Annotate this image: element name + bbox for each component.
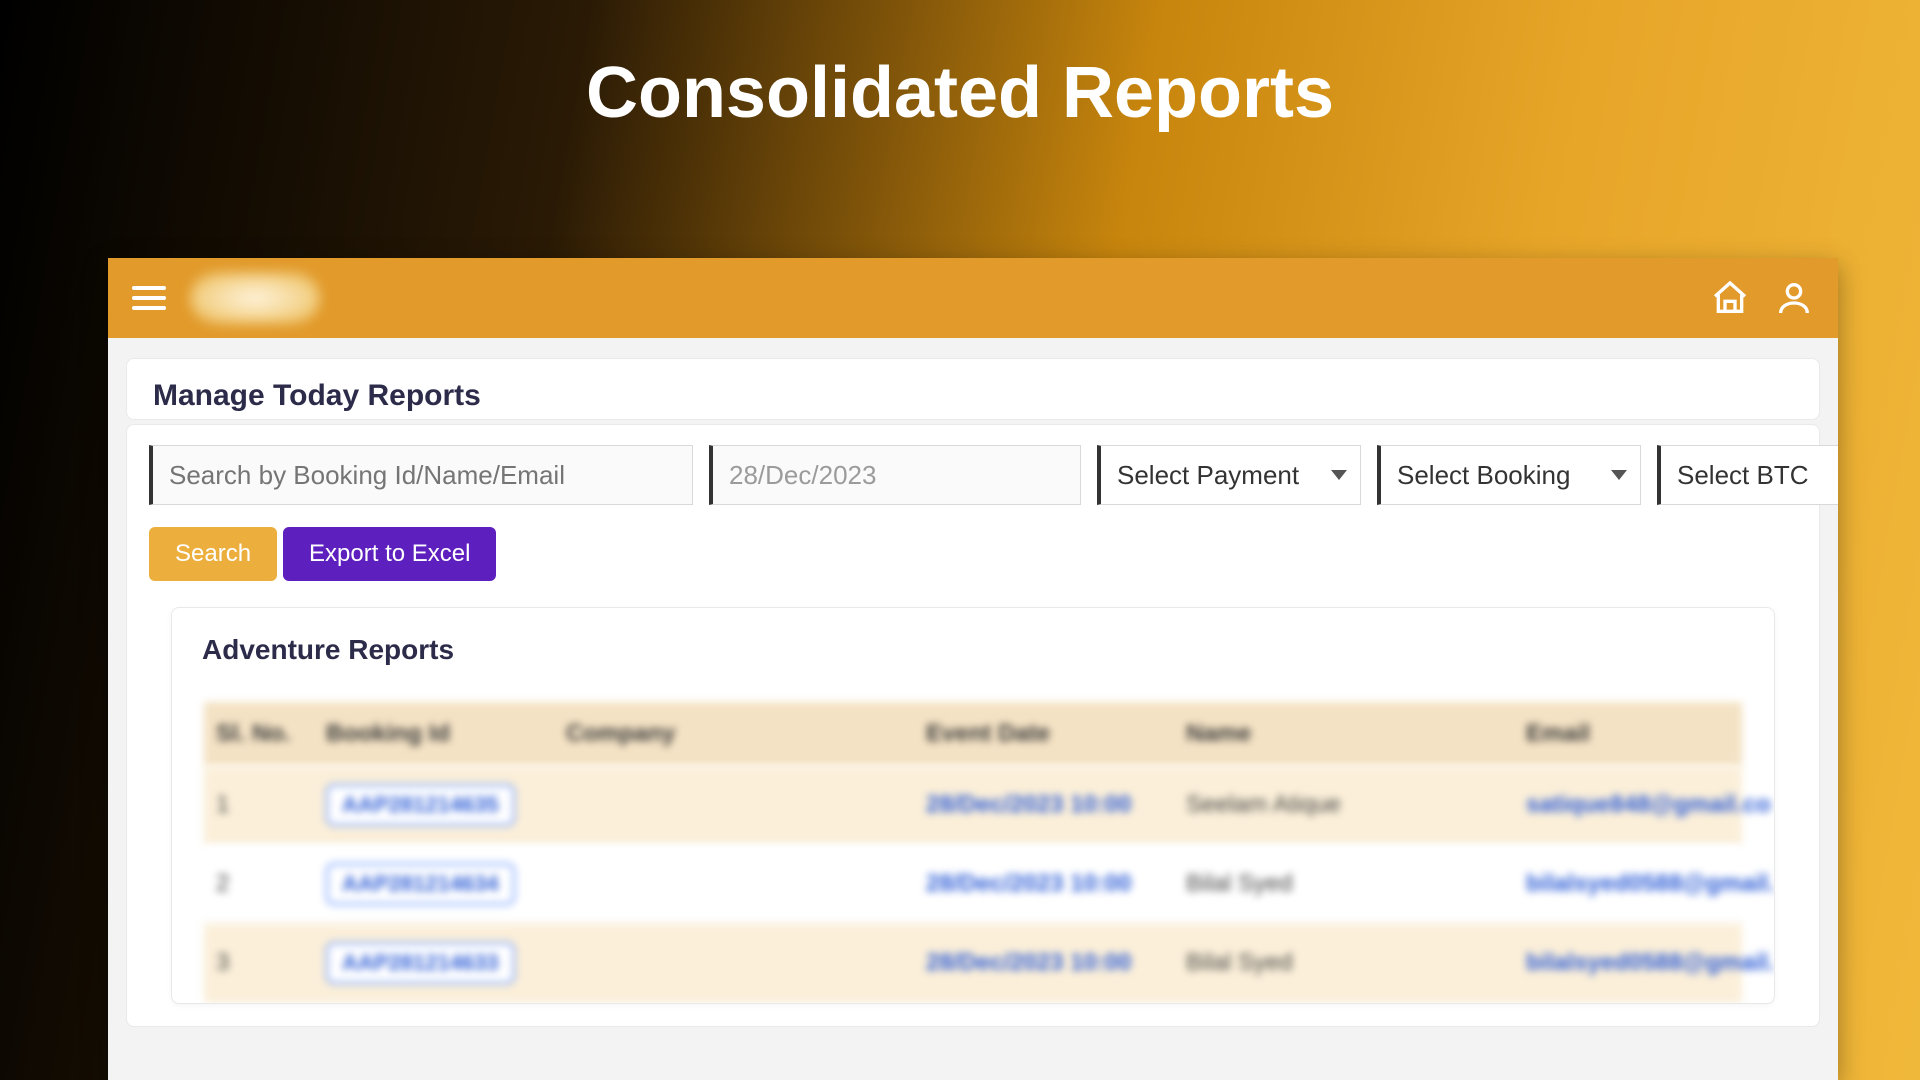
cell-email[interactable]: bilalsyed0588@gmail. — [1526, 870, 1775, 898]
cell-eventdate[interactable]: 28/Dec/2023 10:00 — [926, 870, 1186, 898]
col-name: Name — [1186, 720, 1526, 748]
cell-slno: 3 — [216, 949, 326, 977]
cell-slno: 1 — [216, 791, 326, 819]
table-header-row: Sl. No. Booking Id Company Event Date Na… — [204, 702, 1742, 766]
col-slno: Sl. No. — [216, 720, 326, 748]
cell-email[interactable]: bilalsyed0588@gmail. — [1526, 949, 1775, 977]
table-row: 3 AAP281214633 28/Dec/2023 10:00 Bilal S… — [204, 924, 1742, 1003]
user-icon[interactable] — [1774, 278, 1814, 318]
cell-name: Seelam Atique — [1186, 791, 1526, 819]
app-logo — [190, 272, 320, 324]
cell-bookingid[interactable]: AAP281214634 — [326, 863, 566, 905]
btc-select[interactable]: Select BTC — [1657, 445, 1838, 505]
page-title: Consolidated Reports — [0, 52, 1920, 134]
reports-table: Sl. No. Booking Id Company Event Date Na… — [204, 702, 1742, 1003]
col-email: Email — [1526, 720, 1730, 748]
payment-select[interactable]: Select Payment — [1097, 445, 1361, 505]
cell-email[interactable]: satique848@gmail.co — [1526, 791, 1771, 819]
col-eventdate: Event Date — [926, 720, 1186, 748]
cell-slno: 2 — [216, 870, 326, 898]
booking-select[interactable]: Select Booking — [1377, 445, 1641, 505]
search-button[interactable]: Search — [149, 527, 277, 581]
export-button[interactable]: Export to Excel — [283, 527, 496, 581]
table-card: Adventure Reports Sl. No. Booking Id Com… — [171, 607, 1775, 1004]
hamburger-icon[interactable] — [132, 278, 172, 318]
home-icon[interactable] — [1710, 278, 1750, 318]
search-input[interactable] — [149, 445, 693, 505]
app-window: Manage Today Reports Select Payment Sele… — [108, 258, 1838, 1080]
cell-eventdate[interactable]: 28/Dec/2023 10:00 — [926, 949, 1186, 977]
cell-eventdate[interactable]: 28/Dec/2023 10:00 — [926, 791, 1186, 819]
cell-name: Bilal Syed — [1186, 949, 1526, 977]
col-company: Company — [566, 720, 926, 748]
cell-bookingid[interactable]: AAP281214635 — [326, 784, 566, 826]
filter-panel: Select Payment Select Booking Select BTC… — [126, 424, 1820, 1027]
app-header — [108, 258, 1838, 338]
cell-name: Bilal Syed — [1186, 870, 1526, 898]
date-input[interactable] — [709, 445, 1081, 505]
cell-bookingid[interactable]: AAP281214633 — [326, 942, 566, 984]
table-row: 1 AAP281214635 28/Dec/2023 10:00 Seelam … — [204, 766, 1742, 845]
panel-title: Manage Today Reports — [153, 379, 1793, 413]
panel-heading-card: Manage Today Reports — [126, 358, 1820, 420]
table-title: Adventure Reports — [172, 626, 1774, 684]
col-bookingid: Booking Id — [326, 720, 566, 748]
table-row: 2 AAP281214634 28/Dec/2023 10:00 Bilal S… — [204, 845, 1742, 924]
